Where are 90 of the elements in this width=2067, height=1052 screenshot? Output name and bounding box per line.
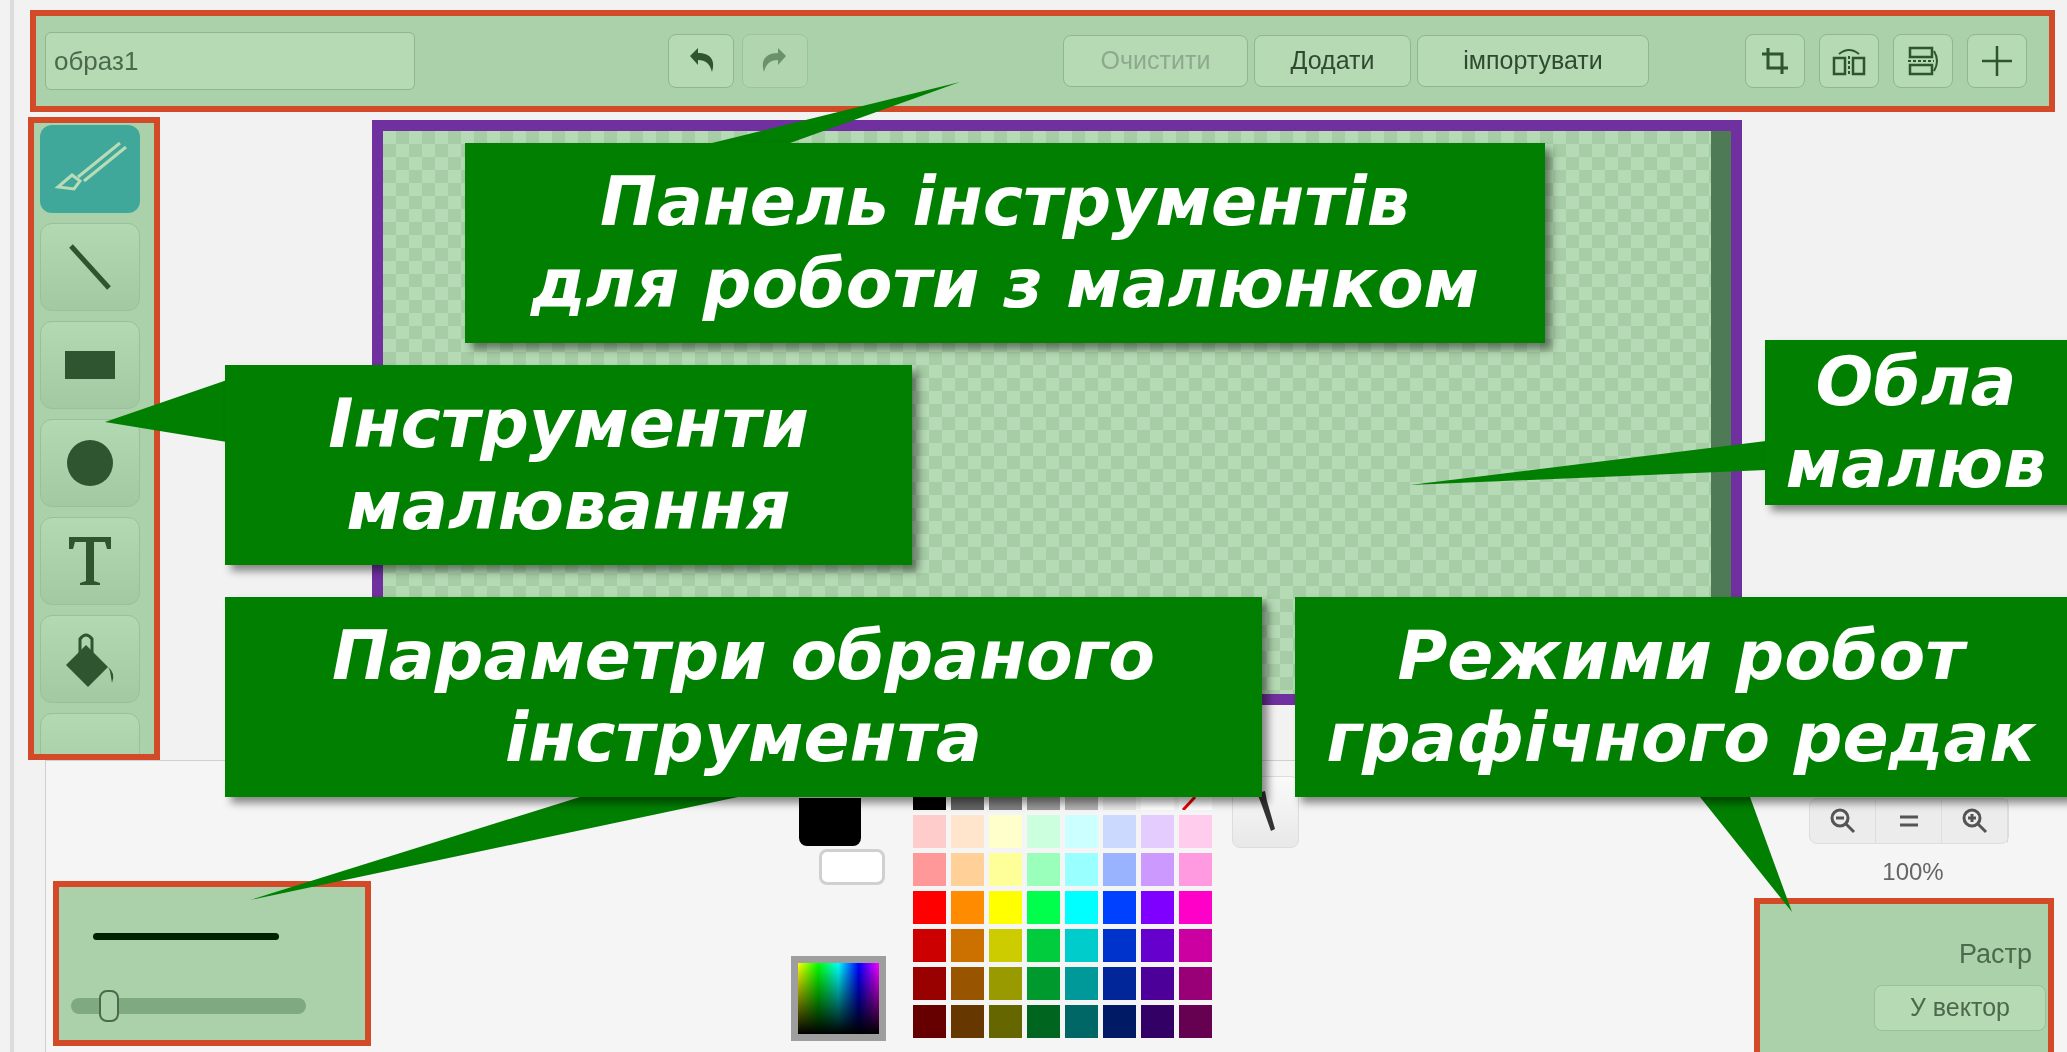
color-swatch[interactable] [913, 815, 946, 848]
secondary-color-swatch[interactable] [819, 849, 885, 885]
color-swatch[interactable] [1141, 1005, 1174, 1038]
circle-icon [65, 438, 115, 488]
size-slider[interactable] [71, 990, 306, 1022]
tool-button[interactable] [40, 419, 140, 507]
color-swatch[interactable] [1065, 967, 1098, 1000]
name-field[interactable]: образ1 [45, 32, 415, 90]
color-swatch[interactable] [1027, 815, 1060, 848]
color-swatch[interactable] [913, 853, 946, 886]
color-picker[interactable] [791, 956, 886, 1041]
color-swatch[interactable] [1141, 929, 1174, 962]
color-swatch[interactable] [1179, 891, 1212, 924]
color-swatch[interactable] [989, 967, 1022, 1000]
color-swatch[interactable] [1065, 797, 1098, 810]
color-swatch[interactable] [1141, 815, 1174, 848]
color-swatch[interactable] [913, 967, 946, 1000]
color-swatch[interactable] [989, 797, 1022, 810]
color-swatch[interactable] [1065, 891, 1098, 924]
color-swatch[interactable] [951, 929, 984, 962]
center-button[interactable] [1967, 34, 2027, 88]
color-swatch[interactable] [1179, 815, 1212, 848]
color-swatch[interactable] [1065, 815, 1098, 848]
color-swatch[interactable] [913, 1005, 946, 1038]
color-swatch[interactable] [1027, 891, 1060, 924]
color-swatch[interactable] [951, 1005, 984, 1038]
color-swatch[interactable] [1103, 853, 1136, 886]
color-swatch[interactable] [1065, 1005, 1098, 1038]
toolbar-button[interactable]: Додати [1254, 35, 1411, 87]
color-swatch[interactable] [1103, 815, 1136, 848]
color-swatch[interactable] [1179, 1005, 1212, 1038]
flip-horizontal-icon [1831, 46, 1867, 76]
toolbar-button[interactable]: імпортувати [1417, 35, 1649, 87]
color-swatch[interactable] [1027, 929, 1060, 962]
color-swatch[interactable] [1027, 797, 1060, 810]
color-swatch[interactable] [1179, 967, 1212, 1000]
color-swatch[interactable] [1103, 967, 1136, 1000]
vector-mode-button[interactable]: У вектор [1874, 984, 2046, 1031]
color-swatch[interactable] [1103, 891, 1136, 924]
callout: Інструменти малювання [225, 365, 912, 565]
tool-button[interactable] [40, 615, 140, 703]
color-swatch[interactable] [1103, 797, 1136, 810]
color-swatch[interactable] [989, 853, 1022, 886]
crosshair-icon [1980, 44, 2014, 78]
color-swatch[interactable] [1141, 797, 1174, 810]
callout: Обла малюв [1765, 340, 2067, 505]
color-swatch[interactable] [1027, 967, 1060, 1000]
zoom-level: 100% [1882, 857, 1944, 887]
raster-mode-label: Растр [1959, 938, 2032, 971]
color-swatch[interactable] [1179, 929, 1212, 962]
undo-button[interactable] [668, 34, 734, 88]
color-swatch[interactable] [951, 967, 984, 1000]
color-swatch[interactable] [951, 853, 984, 886]
color-swatch[interactable] [1027, 853, 1060, 886]
color-swatch[interactable] [1103, 929, 1136, 962]
flip-horizontal-button[interactable] [1819, 34, 1879, 88]
color-swatch[interactable] [1027, 1005, 1060, 1038]
color-swatch[interactable] [989, 929, 1022, 962]
color-swatch[interactable] [951, 797, 984, 810]
tool-button[interactable] [40, 223, 140, 311]
flip-vertical-icon [1906, 45, 1940, 77]
zoom-in-icon [1961, 808, 1988, 834]
color-swatch[interactable] [913, 891, 946, 924]
crop-icon [1760, 46, 1790, 76]
callout: Режими робот графічного редак [1295, 597, 2067, 797]
color-swatch[interactable] [1103, 1005, 1136, 1038]
color-swatch[interactable] [989, 1005, 1022, 1038]
crop-button[interactable] [1745, 34, 1805, 88]
tool-button[interactable] [40, 321, 140, 409]
paint-bucket-icon [64, 631, 116, 687]
color-swatch[interactable] [989, 891, 1022, 924]
color-swatch[interactable] [951, 891, 984, 924]
slider-thumb[interactable] [98, 990, 119, 1022]
color-swatch[interactable] [1065, 929, 1098, 962]
color-swatch[interactable] [1065, 853, 1098, 886]
color-swatch[interactable] [1141, 853, 1174, 886]
rectangle-icon [65, 349, 115, 381]
color-swatch[interactable] [1141, 891, 1174, 924]
no-color-swatch[interactable] [1179, 797, 1212, 810]
color-swatch[interactable] [989, 815, 1022, 848]
flip-vertical-button[interactable] [1893, 34, 1953, 88]
tool-button[interactable] [40, 517, 140, 605]
text-icon [67, 535, 113, 587]
primary-color-swatch[interactable] [799, 798, 861, 846]
color-swatch[interactable] [913, 929, 946, 962]
color-swatch[interactable] [1179, 853, 1212, 886]
color-swatch[interactable] [951, 815, 984, 848]
zoom-out-icon [1829, 808, 1856, 834]
color-swatch[interactable] [913, 797, 946, 810]
color-swatch[interactable] [1141, 967, 1174, 1000]
